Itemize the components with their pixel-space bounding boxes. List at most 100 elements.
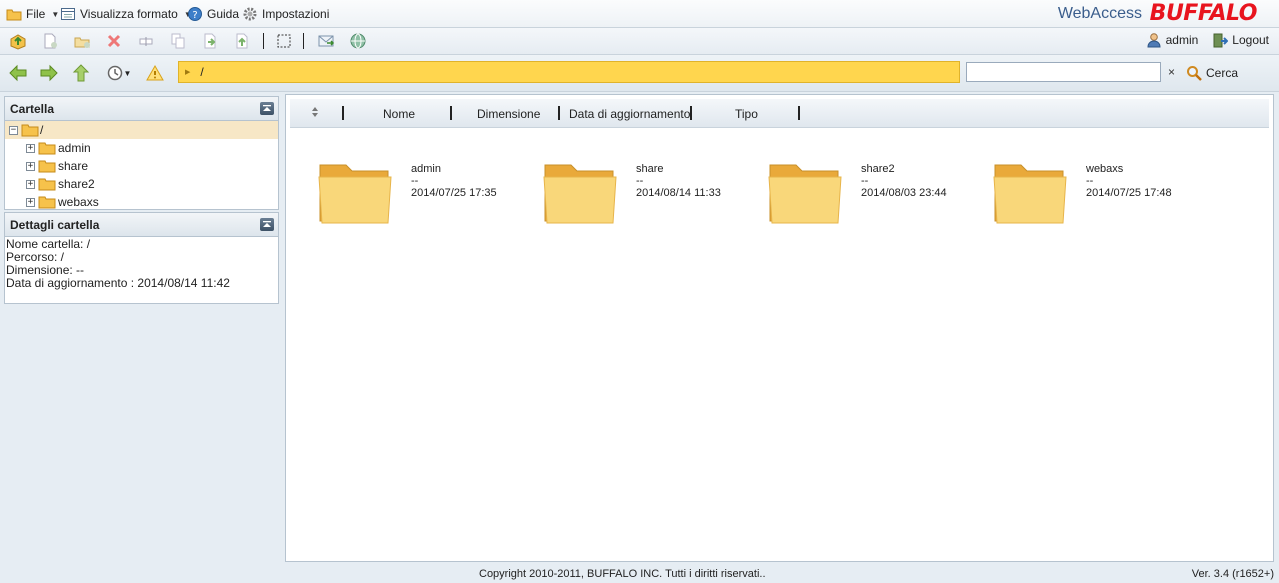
- path-bar[interactable]: ▶ /: [178, 61, 960, 83]
- sort-button[interactable]: [311, 106, 319, 121]
- file-item[interactable]: share -- 2014/08/14 11:33: [541, 157, 761, 227]
- history-button[interactable]: ▼: [106, 63, 132, 83]
- tree-item-webaxs[interactable]: + webaxs: [5, 193, 278, 211]
- help-icon: ?: [187, 6, 203, 22]
- toolbar: admin Logout: [0, 28, 1279, 55]
- expand-tree-icon[interactable]: +: [26, 143, 35, 153]
- file-name: share2: [861, 163, 895, 175]
- search-clear-button[interactable]: ×: [1168, 65, 1175, 79]
- upload-package-icon: [10, 34, 26, 50]
- folder-panel-header: Cartella: [5, 97, 278, 121]
- new-folder-icon: [74, 37, 90, 48]
- file-size: --: [636, 175, 644, 187]
- collapse-button[interactable]: [260, 218, 274, 231]
- folder-open-icon: [21, 124, 39, 137]
- details-panel-header: Dettagli cartella: [5, 213, 278, 237]
- user-account[interactable]: admin: [1146, 32, 1199, 48]
- expand-tree-icon[interactable]: +: [26, 179, 35, 189]
- upload-button[interactable]: [9, 32, 27, 50]
- delete-button[interactable]: [105, 32, 123, 50]
- folder-icon: [38, 160, 56, 173]
- file-item[interactable]: share2 -- 2014/08/03 23:44: [766, 157, 986, 227]
- search-button[interactable]: Cerca: [1186, 65, 1238, 81]
- rename-icon: [139, 37, 153, 46]
- expand-tree-icon[interactable]: +: [26, 161, 35, 171]
- tree-item-share2[interactable]: + share2: [5, 175, 278, 193]
- collapse-icon: [263, 220, 271, 227]
- file-view: Nome Dimensione Data di aggiornamento Ti…: [285, 94, 1274, 562]
- rename-button[interactable]: [137, 32, 155, 50]
- send-mail-button[interactable]: [317, 32, 335, 50]
- column-type[interactable]: Tipo: [735, 107, 758, 121]
- file-item[interactable]: webaxs -- 2014/07/25 17:48: [991, 157, 1211, 227]
- logout-button[interactable]: Logout: [1212, 32, 1269, 48]
- version: Ver. 3.4 (r1652+): [1191, 568, 1274, 580]
- download-button[interactable]: [233, 32, 251, 50]
- copy-icon: [171, 33, 185, 49]
- breadcrumb-arrow-icon: ▶: [185, 69, 191, 76]
- file-menu[interactable]: File ▼: [6, 6, 59, 22]
- user-area: admin Logout: [1146, 32, 1269, 48]
- tree-root[interactable]: − /: [5, 121, 278, 139]
- warning-button[interactable]: [145, 63, 165, 83]
- move-button[interactable]: [201, 32, 219, 50]
- column-separator: [342, 106, 344, 120]
- tree-item-share[interactable]: + share: [5, 157, 278, 175]
- column-separator: [798, 106, 800, 120]
- select-all-button[interactable]: [275, 32, 293, 50]
- view-menu-label: Visualizza formato: [80, 7, 178, 21]
- sort-icon: [312, 107, 318, 117]
- tree-item-label: admin: [58, 141, 91, 155]
- select-all-icon: [277, 34, 291, 48]
- up-button[interactable]: [71, 63, 91, 83]
- logout-icon: [1213, 33, 1229, 48]
- gear-icon: [242, 6, 258, 22]
- file-size: --: [1086, 175, 1094, 187]
- copyright: Copyright 2010-2011, BUFFALO INC. Tutti …: [479, 568, 766, 580]
- breadcrumb-path[interactable]: /: [200, 65, 203, 79]
- user-name: admin: [1165, 33, 1199, 47]
- tree-root-label: /: [40, 123, 44, 137]
- column-separator: [558, 106, 560, 120]
- chevron-down-icon: ▼: [51, 9, 60, 19]
- column-name[interactable]: Nome: [383, 107, 415, 121]
- settings-menu[interactable]: Impostazioni: [242, 6, 329, 22]
- forward-button[interactable]: [39, 63, 59, 83]
- file-menu-label: File: [26, 7, 46, 21]
- expand-tree-icon[interactable]: +: [26, 197, 35, 207]
- tree-item-label: share2: [58, 177, 95, 191]
- logout-label: Logout: [1232, 33, 1269, 47]
- column-size[interactable]: Dimensione: [477, 107, 540, 121]
- arrow-up-icon: [72, 64, 90, 82]
- tree-item-label: webaxs: [58, 195, 99, 209]
- column-separator: [450, 106, 452, 120]
- mail-icon: [318, 35, 335, 47]
- large-folder-icon: [993, 164, 1067, 224]
- svg-text:?: ?: [192, 10, 197, 21]
- toolbar-separator: [263, 33, 264, 49]
- file-item[interactable]: admin -- 2014/07/25 17:35: [316, 157, 536, 227]
- view-menu[interactable]: Visualizza formato ▼: [60, 6, 192, 22]
- user-icon: [1147, 33, 1161, 48]
- folder-panel-title: Cartella: [10, 101, 55, 116]
- collapse-tree-icon[interactable]: −: [9, 125, 18, 135]
- column-date[interactable]: Data di aggiornamento: [569, 107, 690, 121]
- new-folder-button[interactable]: [73, 32, 91, 50]
- back-button[interactable]: [8, 63, 28, 83]
- toolbar-separator: [303, 33, 304, 49]
- share-link-button[interactable]: [349, 32, 367, 50]
- delete-icon: [107, 34, 121, 48]
- copy-button[interactable]: [169, 32, 187, 50]
- clock-icon: [107, 65, 122, 81]
- search-input[interactable]: [966, 62, 1161, 82]
- collapse-button[interactable]: [260, 102, 274, 115]
- search-button-label: Cerca: [1206, 66, 1239, 80]
- tree-item-admin[interactable]: + admin: [5, 139, 278, 157]
- folder-icon: [38, 178, 56, 191]
- help-menu[interactable]: ? Guida: [187, 6, 239, 22]
- column-separator: [690, 106, 692, 120]
- download-icon: [236, 33, 248, 49]
- navigation-bar: ▼ ▶ / × Cerca: [0, 55, 1279, 92]
- new-file-button[interactable]: [41, 32, 59, 50]
- buffalo-logo: BUFFALO: [1149, 1, 1258, 26]
